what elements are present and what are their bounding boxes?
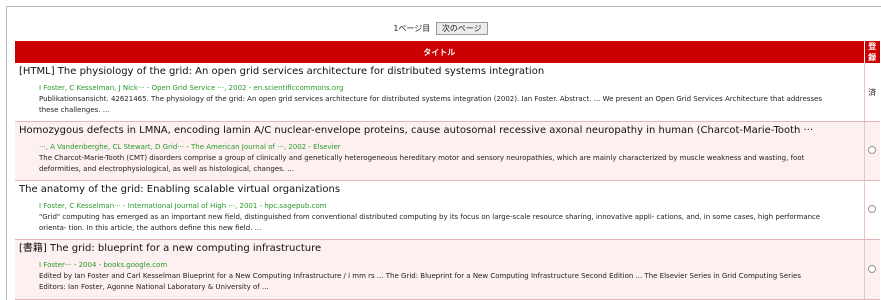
table-row: [HTML] The physiology of the grid: An op… bbox=[15, 63, 880, 122]
result-snippet: "Grid" computing has emerged as an impor… bbox=[39, 213, 821, 232]
table-row: Homozygous defects in LMNA, encoding lam… bbox=[15, 121, 880, 181]
result-cell: [HTML] The physiology of the grid: An op… bbox=[15, 63, 864, 122]
register-radio[interactable] bbox=[868, 205, 877, 213]
pager: 1ページ目 次のページ bbox=[0, 22, 881, 36]
result-authors: ···, A Vandenberghe, CL Stewart, D Grid·… bbox=[39, 143, 341, 151]
register-cell bbox=[863, 121, 880, 181]
page-indicator: 1ページ目 bbox=[393, 24, 431, 33]
table-row: The anatomy of the grid: Enabling scalab… bbox=[15, 180, 880, 240]
result-title-link[interactable]: Homozygous defects in LMNA, encoding lam… bbox=[19, 125, 813, 136]
column-header-title: タイトル bbox=[15, 41, 865, 63]
register-radio[interactable] bbox=[868, 146, 877, 154]
results-table: タイトル 登録 [HTML] The physiology of the gri… bbox=[15, 41, 880, 300]
column-header-register: 登録 bbox=[864, 41, 880, 63]
result-cell: [書籍] The grid: blueprint for a new compu… bbox=[15, 239, 864, 300]
register-cell bbox=[863, 239, 880, 300]
result-snippet: Edited by Ian Foster and Carl Kesselman … bbox=[39, 272, 801, 291]
result-authors: I Foster, C Kesselman··· - International… bbox=[39, 202, 327, 210]
result-authors: I Foster··· - 2004 - books.google.com bbox=[39, 261, 168, 269]
result-snippet: The Charcot-Marie-Tooth (CMT) disorders … bbox=[39, 154, 805, 173]
register-radio[interactable] bbox=[868, 264, 877, 273]
result-cell: Homozygous defects in LMNA, encoding lam… bbox=[15, 121, 864, 181]
registered-status: 済 bbox=[868, 87, 877, 97]
result-authors: I Foster, C Kesselman, J Nick··· - Open … bbox=[39, 84, 344, 92]
result-cell: The anatomy of the grid: Enabling scalab… bbox=[15, 180, 864, 240]
next-page-button[interactable]: 次のページ bbox=[435, 22, 488, 35]
register-cell: 済 bbox=[863, 63, 880, 122]
register-cell bbox=[863, 180, 880, 240]
result-snippet: Publikationsansicht. 42621465. The physi… bbox=[39, 95, 822, 114]
table-row: [書籍] The grid: blueprint for a new compu… bbox=[15, 239, 880, 300]
result-title-link[interactable]: The anatomy of the grid: Enabling scalab… bbox=[19, 184, 340, 195]
result-title-link[interactable]: [HTML] The physiology of the grid: An op… bbox=[19, 66, 544, 77]
result-title-link[interactable]: [書籍] The grid: blueprint for a new compu… bbox=[19, 243, 321, 254]
table-header: タイトル 登録 bbox=[15, 41, 880, 63]
